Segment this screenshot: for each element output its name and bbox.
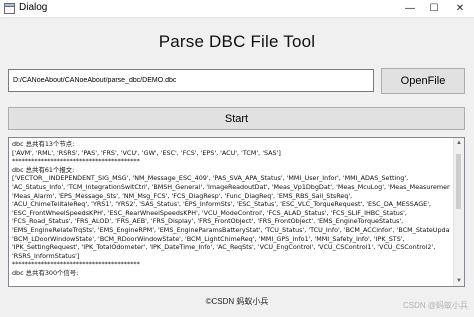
watermark: CSDN @蚂蚁小兵 xyxy=(402,301,468,310)
window-title: Dialog xyxy=(19,2,48,13)
output-line: 'FCS_Road_Status', 'FRS_ALOD', 'FRS_AEB'… xyxy=(12,217,404,226)
output-line: 'ESC_FrontWheelSpeedsKPH', 'ESC_RearWhee… xyxy=(12,208,407,217)
file-path-input[interactable] xyxy=(8,69,374,92)
output-line: 'RSRS_InformStatus'] xyxy=(12,251,80,260)
scrollbar-thumb[interactable] xyxy=(456,154,461,209)
output-line: **************************************** xyxy=(12,157,140,166)
open-file-button[interactable]: OpenFile xyxy=(381,68,465,94)
output-line: 'AC_Status_Info', 'TCM_IntegrationSwitCt… xyxy=(12,182,450,191)
scroll-down-icon[interactable]: ▼ xyxy=(454,276,464,286)
output-line: 'ACU_ChimeTelltaleReq', 'YRS1', 'YRS2', … xyxy=(12,200,432,209)
vertical-scrollbar[interactable]: ▲ ▼ xyxy=(453,138,464,286)
output-text: dbc 总共有13个节点: ['AVM', 'RML', 'RSRS', 'PAS… xyxy=(12,140,450,278)
output-line: 'BCM_LDoorWindowState', 'BCM_RDoorWindow… xyxy=(12,234,405,243)
output-line: dbc 总共有13个节点: xyxy=(12,140,75,148)
window-titlebar: Dialog — ☐ ✕ xyxy=(0,0,474,18)
output-line: dbc 总共有61个报文: xyxy=(12,165,75,174)
minimize-button[interactable]: — xyxy=(400,0,420,17)
output-line: 'EMS_EngineRelateTrqSts', 'EMS_EngineRPM… xyxy=(12,225,450,234)
output-line: dbc 总共有300个信号: xyxy=(12,268,79,277)
output-line: **************************************** xyxy=(12,260,140,269)
scroll-up-icon[interactable]: ▲ xyxy=(454,138,464,148)
app-icon xyxy=(4,3,15,14)
output-line: ['VECTOR__INDEPENDENT_SIG_MSG', 'NM_Mess… xyxy=(12,174,409,183)
close-button[interactable]: ✕ xyxy=(450,0,470,17)
output-line: ['AVM', 'RML', 'RSRS', 'PAS', 'FRS', 'VC… xyxy=(12,148,281,157)
output-textarea[interactable]: dbc 总共有13个节点: ['AVM', 'RML', 'RSRS', 'PAS… xyxy=(8,137,465,287)
output-line: 'IPK_SettingRequest', 'IPK_TotalOdometer… xyxy=(12,243,436,252)
page-title: Parse DBC File Tool xyxy=(158,32,316,51)
maximize-button[interactable]: ☐ xyxy=(424,0,444,17)
output-line: 'Meas_Alarm', 'EPS_Message_Sts', 'NM_Msg… xyxy=(12,191,353,200)
start-button[interactable]: Start xyxy=(8,107,465,130)
